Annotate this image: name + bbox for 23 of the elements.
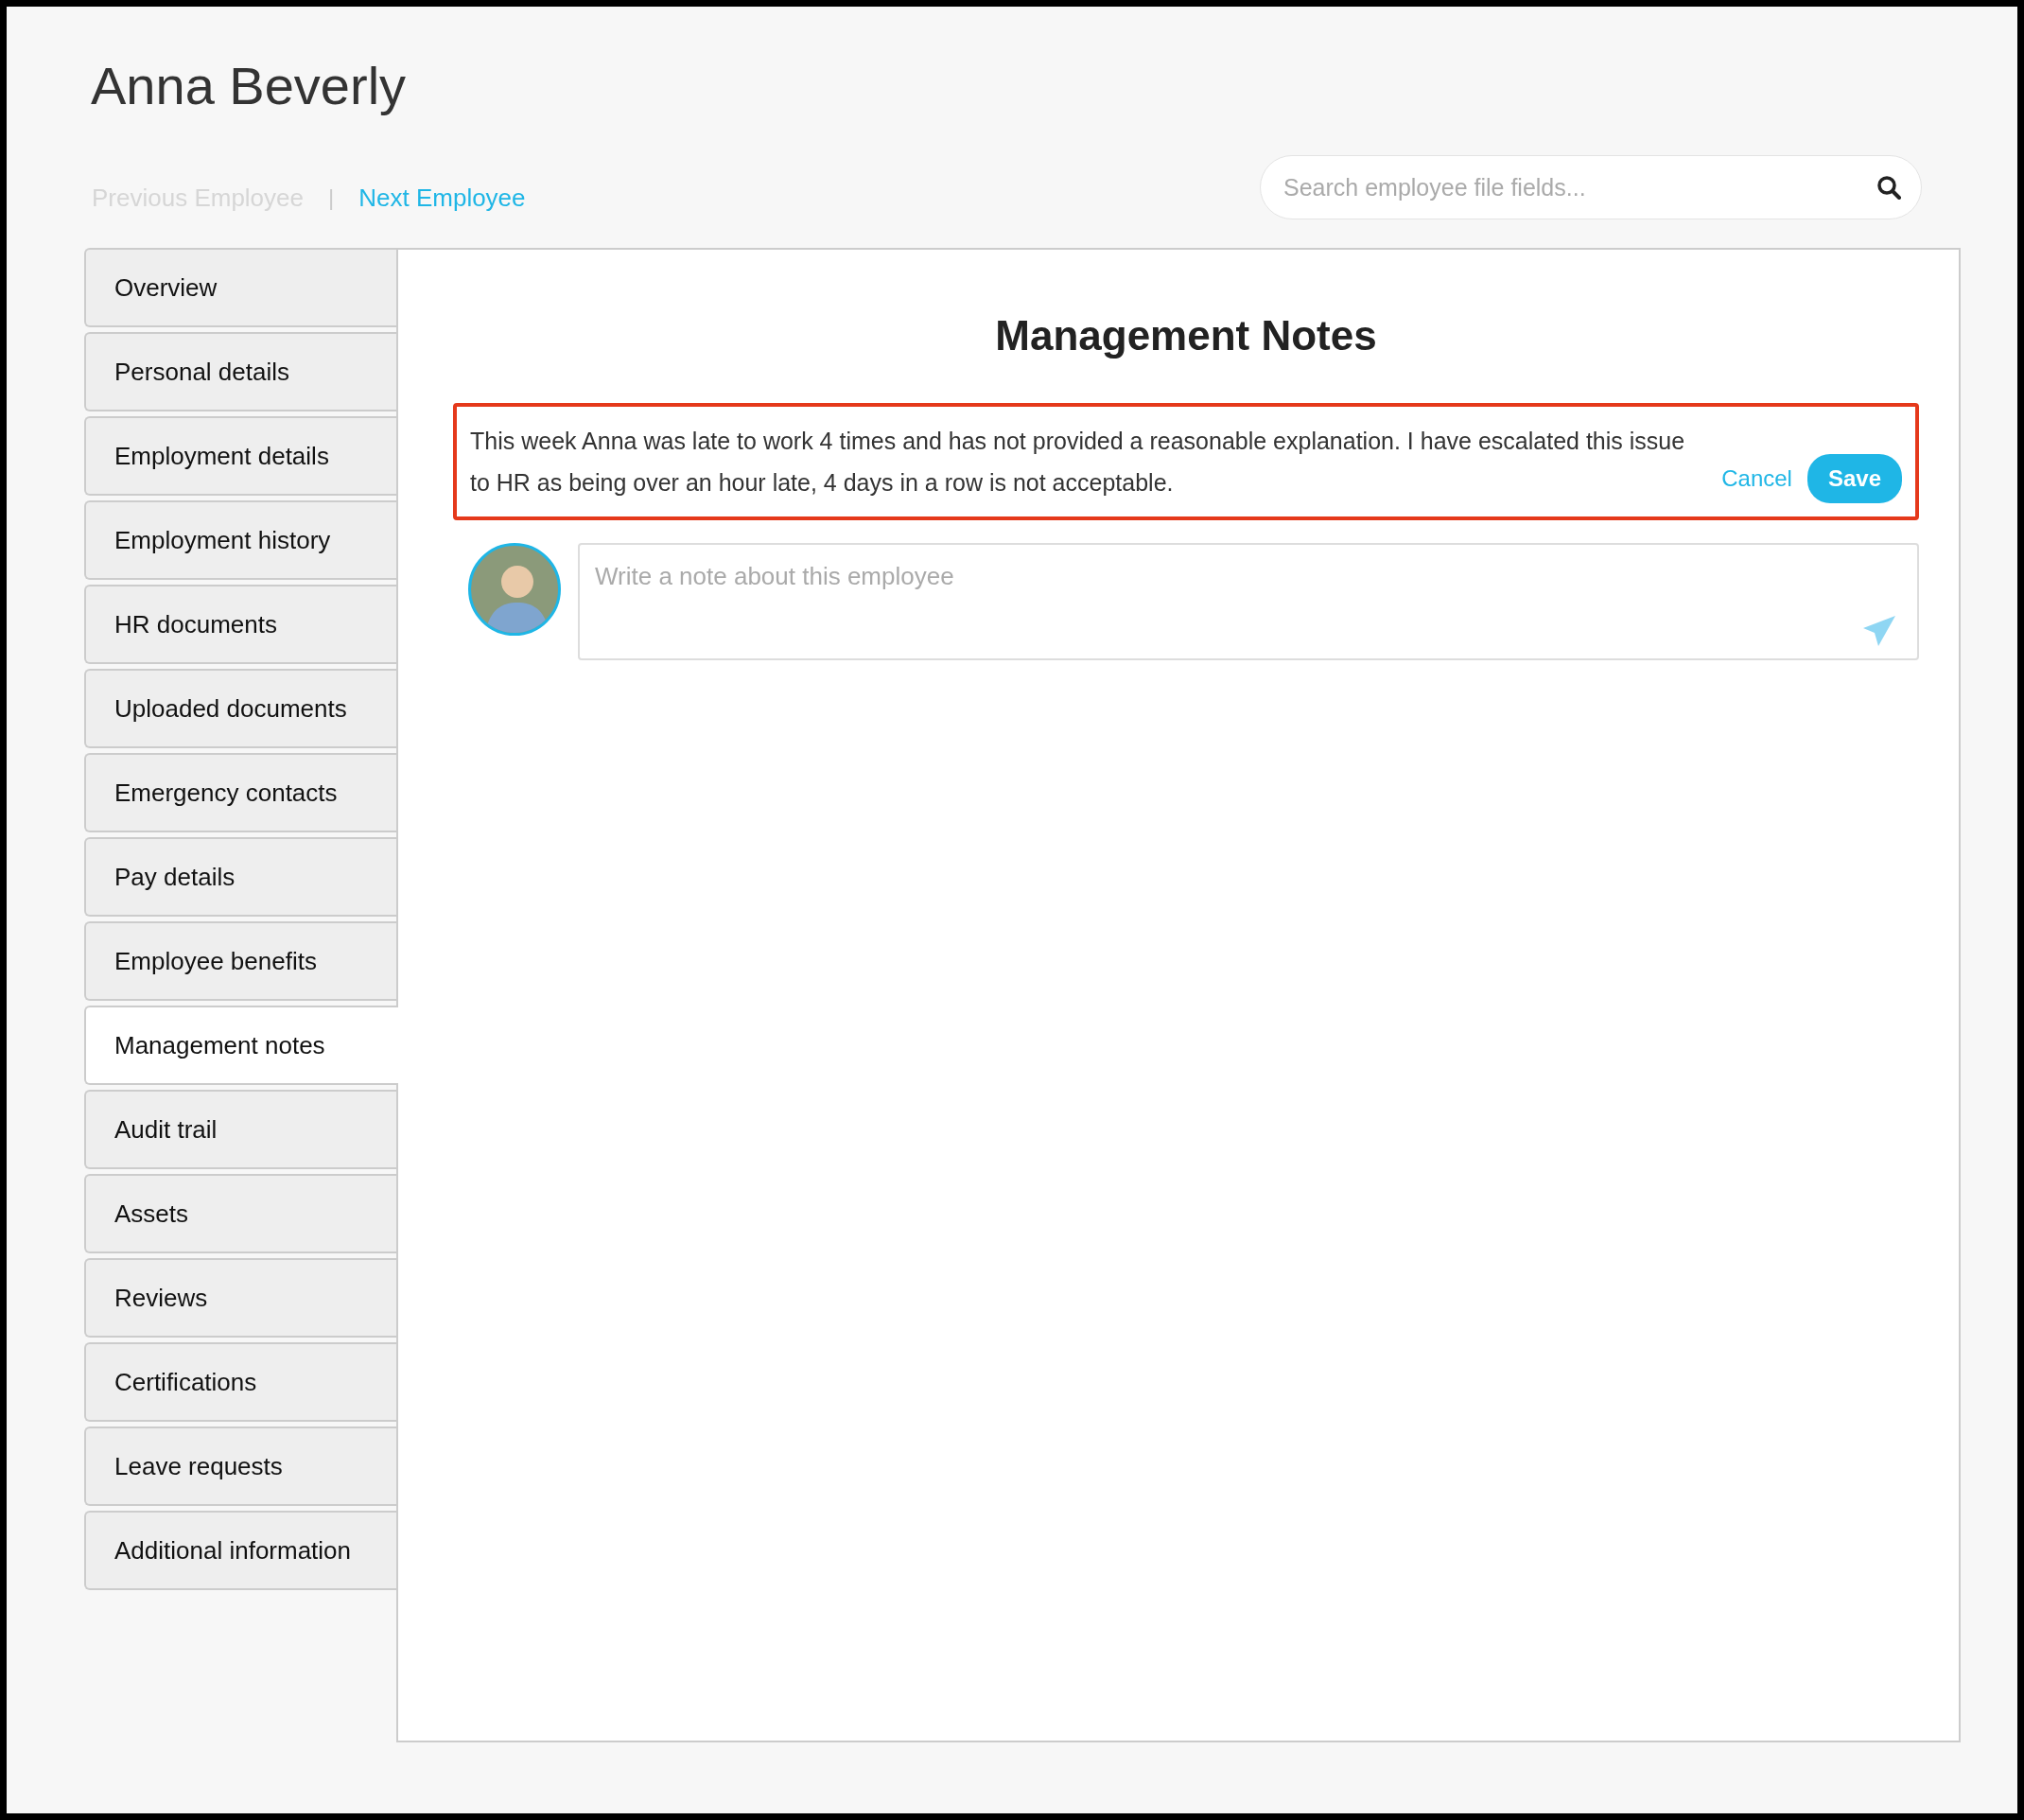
sidebar-tab[interactable]: Management notes [84,1006,398,1086]
search-field[interactable]: Search employee file fields... [1260,155,1922,220]
sidebar-tab[interactable]: Reviews [84,1258,396,1339]
sidebar-tab[interactable]: Employment history [84,500,396,581]
sidebar-tab[interactable]: Employment details [84,416,396,497]
sidebar-tab[interactable]: Assets [84,1174,396,1254]
sidebar-tab[interactable]: Emergency contacts [84,753,396,833]
sidebar-tab[interactable]: HR documents [84,585,396,665]
sidebar-tab[interactable]: Additional information [84,1511,396,1591]
sidebar-tab[interactable]: Certifications [84,1342,396,1423]
sidebar-tab[interactable]: Overview [84,248,396,328]
sidebar-tab[interactable]: Leave requests [84,1426,396,1507]
sidebar-tab[interactable]: Uploaded documents [84,669,396,749]
sidebar-tab[interactable]: Pay details [84,837,396,918]
note-text: This week Anna was late to work 4 times and has not provided a reasonable explanation. I have escalated this issue to HR as being over an hour late, 4 days in a row is not acceptable. [470,427,1686,499]
section-title: Management Notes [994,311,1378,361]
separator: | [328,184,335,213]
note-input-field[interactable]: Write a note about this employee [578,543,1919,661]
sidebar-tab[interactable]: Employee benefits [84,921,396,1002]
employee-name: Anna Beverly [91,55,408,117]
sidebar-tab[interactable]: Personal details [84,332,396,412]
sidebar-tab[interactable]: Audit trail [84,1090,396,1170]
search-icon[interactable] [1876,175,1901,201]
